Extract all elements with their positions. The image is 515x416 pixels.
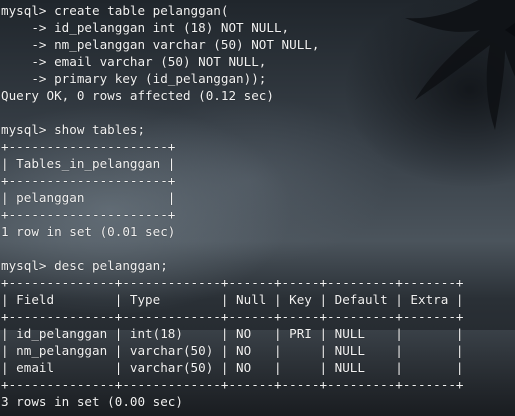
terminal-line: mysql> show tables;	[1, 122, 146, 137]
terminal-output: mysql> create table pelanggan( -> id_pel…	[0, 0, 515, 416]
terminal-line: -> primary key (id_pelanggan));	[1, 71, 267, 86]
terminal-line: +--------------+-------------+------+---…	[1, 309, 464, 324]
terminal-line: mysql> create table pelanggan(	[1, 3, 229, 18]
terminal-line: +--------------+-------------+------+---…	[1, 275, 464, 290]
terminal-line: -> nm_pelanggan varchar (50) NOT NULL,	[1, 37, 320, 52]
terminal-line: +---------------------+	[1, 173, 176, 188]
terminal-line: | Field | Type | Null | Key | Default | …	[1, 292, 464, 307]
terminal-line: mysql> desc pelanggan;	[1, 258, 168, 273]
terminal-line: +--------------+-------------+------+---…	[1, 377, 464, 392]
terminal-line: +---------------------+	[1, 139, 176, 154]
terminal-line: | email | varchar(50) | NO | | NULL | |	[1, 360, 464, 375]
terminal-line: +---------------------+	[1, 207, 176, 222]
terminal-line: 1 row in set (0.01 sec)	[1, 224, 176, 239]
terminal-line: 3 rows in set (0.00 sec)	[1, 394, 183, 409]
terminal-line: Query OK, 0 rows affected (0.12 sec)	[1, 88, 274, 103]
terminal-line: | id_pelanggan | int(18) | NO | PRI | NU…	[1, 326, 464, 341]
terminal-line: | Tables_in_pelanggan |	[1, 156, 176, 171]
terminal-line: | nm_pelanggan | varchar(50) | NO | | NU…	[1, 343, 464, 358]
terminal-line: -> id_pelanggan int (18) NOT NULL,	[1, 20, 290, 35]
terminal-line: | pelanggan |	[1, 190, 176, 205]
terminal-line: -> email varchar (50) NOT NULL,	[1, 54, 267, 69]
